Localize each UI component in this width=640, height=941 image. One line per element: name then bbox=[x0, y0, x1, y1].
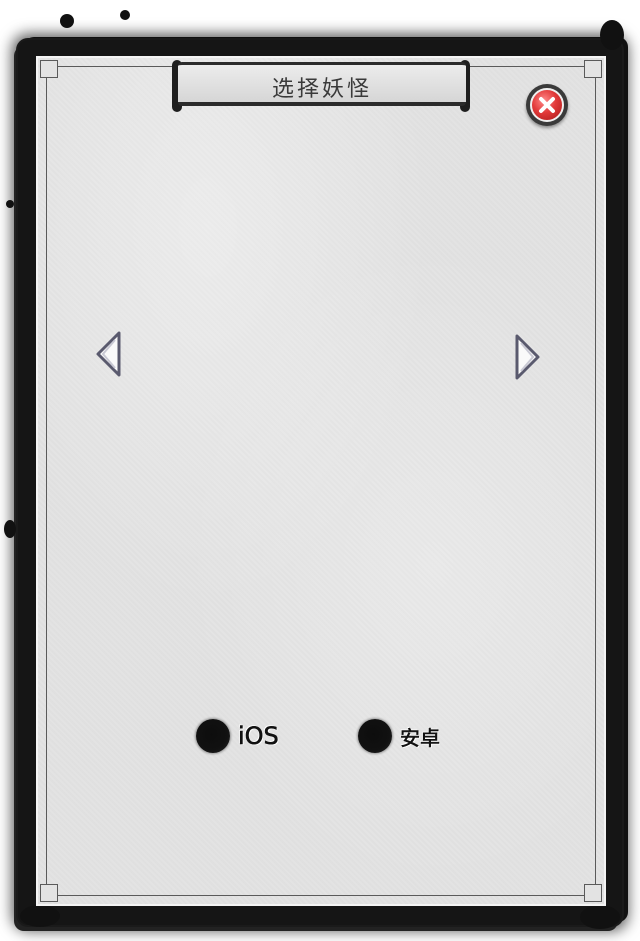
previous-monster-arrow[interactable] bbox=[94, 330, 124, 378]
radio-ink-dot-icon[interactable] bbox=[358, 719, 392, 753]
close-x-icon bbox=[539, 97, 555, 113]
corner-ornament-bottom-right bbox=[584, 884, 602, 902]
platform-option-label: 安卓 bbox=[400, 725, 441, 750]
ink-splatter bbox=[580, 905, 620, 929]
platform-option-android[interactable]: 安卓 bbox=[358, 716, 440, 756]
corner-ornament-bottom-left bbox=[40, 884, 58, 902]
panel-inner-border bbox=[46, 66, 596, 896]
ink-splatter bbox=[6, 200, 14, 208]
title-plaque: 选择妖怪 bbox=[178, 62, 466, 106]
ink-splatter bbox=[20, 905, 60, 927]
ink-splatter bbox=[120, 10, 130, 20]
ink-splatter bbox=[60, 14, 74, 28]
next-monster-arrow[interactable] bbox=[512, 333, 542, 381]
corner-ornament-top-right bbox=[584, 60, 602, 78]
platform-option-label: iOS bbox=[238, 722, 279, 751]
ink-splatter bbox=[4, 520, 16, 538]
close-button[interactable] bbox=[526, 84, 568, 126]
platform-option-ios[interactable]: iOS bbox=[196, 716, 279, 756]
paper-panel bbox=[36, 56, 606, 906]
corner-ornament-top-left bbox=[40, 60, 58, 78]
dialog-title: 选择妖怪 bbox=[271, 77, 372, 102]
monster-select-scene: 选择妖怪 iOS 安卓 bbox=[0, 0, 640, 941]
ink-splatter bbox=[600, 20, 624, 50]
radio-ink-dot-icon[interactable] bbox=[196, 719, 230, 753]
